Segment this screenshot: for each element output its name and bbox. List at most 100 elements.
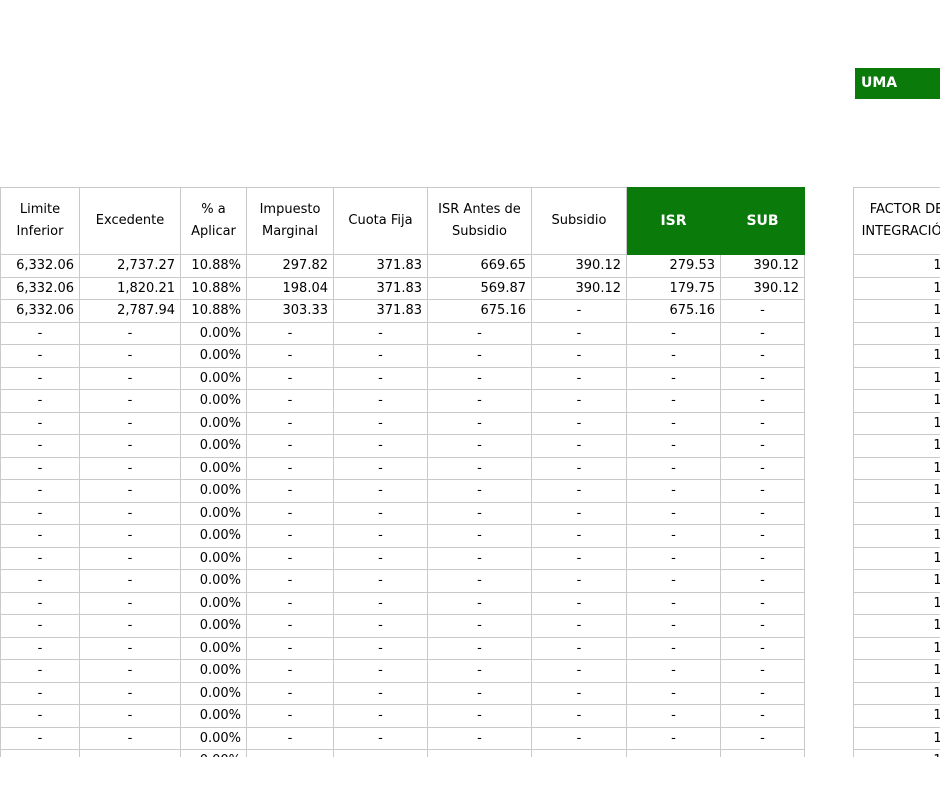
cell-cuota-fija[interactable]: - [333, 591, 428, 615]
cell-isr[interactable]: - [626, 704, 721, 728]
cell-pct-aplicar[interactable]: 10.88% [180, 276, 247, 300]
cell-isr-antes-subsidio[interactable]: - [427, 321, 532, 345]
cell-isr-antes-subsidio[interactable]: - [427, 479, 532, 503]
cell-limite-inferior[interactable]: - [0, 344, 80, 368]
cell-isr-antes-subsidio[interactable]: - [427, 434, 532, 458]
cell-excedente[interactable]: - [79, 501, 181, 525]
cell-factor-integracion[interactable]: 1.0 [853, 636, 940, 660]
cell-subsidio[interactable]: - [531, 479, 627, 503]
cell-pct-aplicar[interactable]: 0.00% [180, 546, 247, 570]
cell-isr-antes-subsidio[interactable]: - [427, 591, 532, 615]
header-gap-cell[interactable] [805, 188, 854, 255]
cell-impuesto-marginal[interactable]: - [246, 659, 334, 683]
header-sub[interactable]: SUB [720, 187, 805, 255]
cell-sub[interactable]: - [720, 636, 805, 660]
cell-limite-inferior[interactable]: - [0, 524, 80, 548]
gap-cell[interactable] [805, 637, 854, 660]
cell-limite-inferior[interactable]: - [0, 411, 80, 435]
cell-cuota-fija[interactable]: 371.83 [333, 254, 428, 278]
cell-factor-integracion[interactable]: 1.0 [853, 321, 940, 345]
cell-factor-integracion[interactable]: 1.0 [853, 546, 940, 570]
cell-isr-antes-subsidio[interactable]: - [427, 704, 532, 728]
cell-limite-inferior[interactable]: - [0, 456, 80, 480]
cell-subsidio[interactable]: - [531, 681, 627, 705]
cell-impuesto-marginal[interactable]: - [246, 749, 334, 757]
cell-pct-aplicar[interactable]: 0.00% [180, 344, 247, 368]
cell-impuesto-marginal[interactable]: - [246, 344, 334, 368]
cell-subsidio[interactable]: - [531, 411, 627, 435]
cell-cuota-fija[interactable]: - [333, 434, 428, 458]
header-subsidio[interactable]: Subsidio [531, 187, 627, 255]
cell-limite-inferior[interactable]: - [0, 659, 80, 683]
gap-cell[interactable] [805, 390, 854, 413]
cell-subsidio[interactable]: - [531, 389, 627, 413]
cell-sub[interactable]: - [720, 411, 805, 435]
cell-isr-antes-subsidio[interactable]: - [427, 389, 532, 413]
cell-isr[interactable]: - [626, 749, 721, 757]
cell-pct-aplicar[interactable]: 0.00% [180, 321, 247, 345]
cell-subsidio[interactable]: - [531, 659, 627, 683]
gap-cell[interactable] [805, 525, 854, 548]
cell-factor-integracion[interactable]: 1.0 [853, 681, 940, 705]
cell-pct-aplicar[interactable]: 0.00% [180, 456, 247, 480]
cell-isr[interactable]: 279.53 [626, 254, 721, 278]
cell-impuesto-marginal[interactable]: - [246, 614, 334, 638]
cell-impuesto-marginal[interactable]: - [246, 434, 334, 458]
cell-cuota-fija[interactable]: - [333, 636, 428, 660]
cell-impuesto-marginal[interactable]: - [246, 501, 334, 525]
cell-pct-aplicar[interactable]: 0.00% [180, 591, 247, 615]
cell-impuesto-marginal[interactable]: - [246, 569, 334, 593]
cell-cuota-fija[interactable]: 371.83 [333, 299, 428, 323]
cell-cuota-fija[interactable]: - [333, 524, 428, 548]
header-impuesto-marginal[interactable]: Impuesto Marginal [246, 187, 334, 255]
cell-cuota-fija[interactable]: 371.83 [333, 276, 428, 300]
gap-cell[interactable] [805, 300, 854, 323]
gap-cell[interactable] [805, 502, 854, 525]
cell-isr[interactable]: - [626, 321, 721, 345]
cell-limite-inferior[interactable]: 6,332.06 [0, 254, 80, 278]
cell-cuota-fija[interactable]: - [333, 456, 428, 480]
cell-sub[interactable]: - [720, 321, 805, 345]
cell-excedente[interactable]: 2,737.27 [79, 254, 181, 278]
cell-isr-antes-subsidio[interactable]: - [427, 366, 532, 390]
cell-isr-antes-subsidio[interactable]: 569.87 [427, 276, 532, 300]
header-isr[interactable]: ISR [626, 187, 721, 255]
cell-subsidio[interactable]: - [531, 726, 627, 750]
cell-isr[interactable]: 675.16 [626, 299, 721, 323]
cell-subsidio[interactable]: - [531, 749, 627, 757]
cell-sub[interactable]: 390.12 [720, 276, 805, 300]
cell-subsidio[interactable]: - [531, 614, 627, 638]
gap-cell[interactable] [805, 412, 854, 435]
gap-cell[interactable] [805, 592, 854, 615]
cell-excedente[interactable]: - [79, 704, 181, 728]
cell-cuota-fija[interactable]: - [333, 659, 428, 683]
cell-pct-aplicar[interactable]: 0.00% [180, 726, 247, 750]
cell-excedente[interactable]: - [79, 479, 181, 503]
cell-sub[interactable]: - [720, 501, 805, 525]
gap-cell[interactable] [805, 547, 854, 570]
cell-excedente[interactable]: - [79, 614, 181, 638]
cell-subsidio[interactable]: - [531, 569, 627, 593]
gap-cell[interactable] [805, 255, 854, 278]
cell-limite-inferior[interactable]: - [0, 591, 80, 615]
cell-isr[interactable]: - [626, 591, 721, 615]
cell-isr[interactable]: - [626, 569, 721, 593]
cell-pct-aplicar[interactable]: 0.00% [180, 524, 247, 548]
cell-cuota-fija[interactable]: - [333, 344, 428, 368]
cell-isr[interactable]: - [626, 546, 721, 570]
header-limite-inferior[interactable]: Limite Inferior [0, 187, 80, 255]
cell-limite-inferior[interactable]: - [0, 389, 80, 413]
cell-pct-aplicar[interactable]: 0.00% [180, 479, 247, 503]
cell-subsidio[interactable]: - [531, 524, 627, 548]
cell-factor-integracion[interactable]: 1.0 [853, 704, 940, 728]
gap-cell[interactable] [805, 727, 854, 750]
cell-impuesto-marginal[interactable]: - [246, 366, 334, 390]
cell-impuesto-marginal[interactable]: - [246, 704, 334, 728]
cell-factor-integracion[interactable]: 1.0 [853, 389, 940, 413]
cell-excedente[interactable]: - [79, 411, 181, 435]
cell-isr[interactable]: - [626, 366, 721, 390]
gap-cell[interactable] [805, 682, 854, 705]
cell-isr-antes-subsidio[interactable]: 675.16 [427, 299, 532, 323]
cell-factor-integracion[interactable]: 1.0 [853, 411, 940, 435]
cell-sub[interactable]: - [720, 434, 805, 458]
